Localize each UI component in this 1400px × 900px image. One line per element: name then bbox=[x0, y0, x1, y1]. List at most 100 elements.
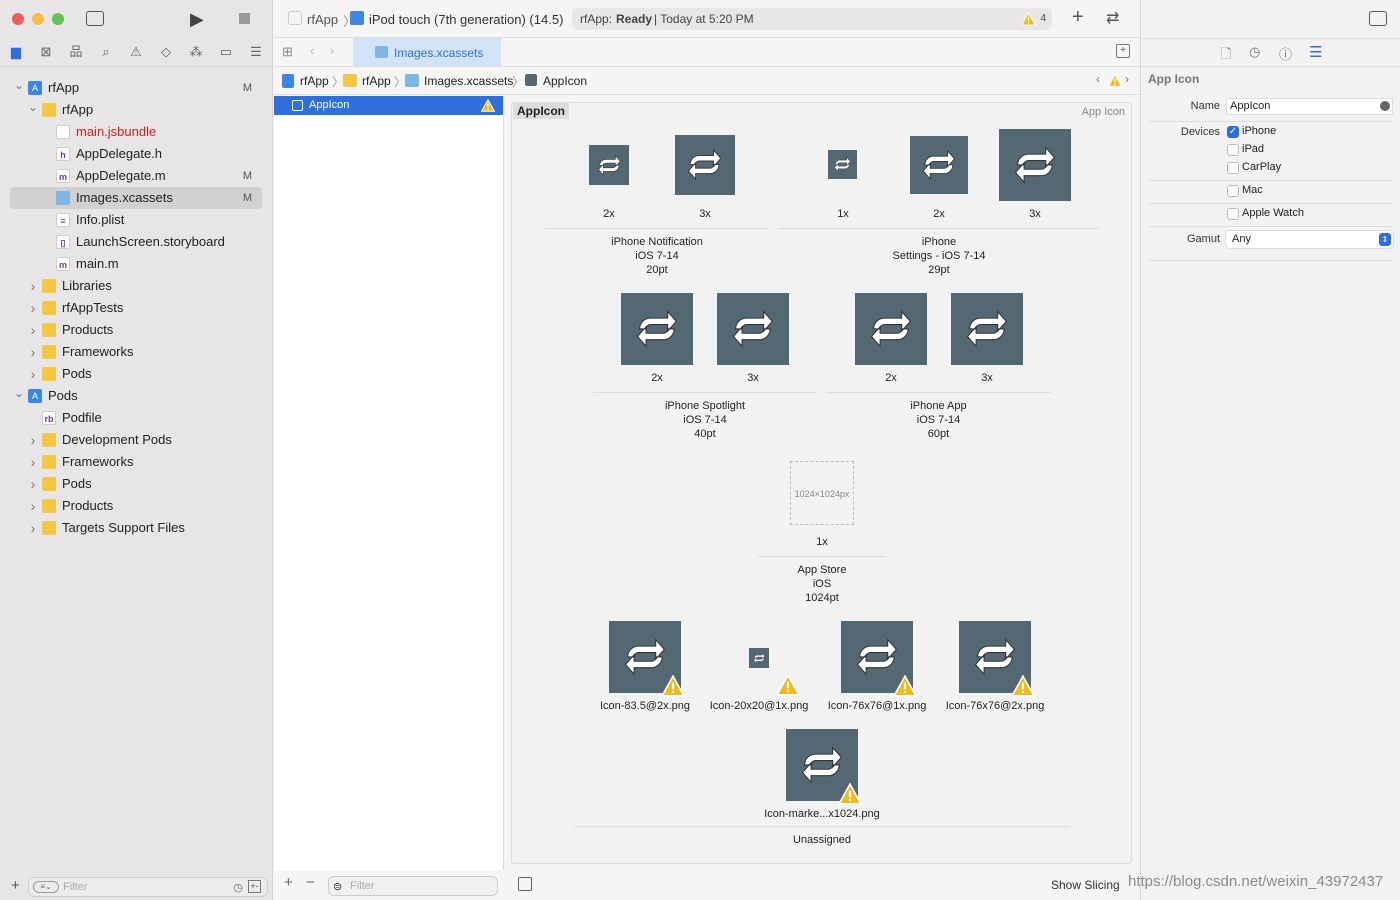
sidebar-item[interactable]: › Frameworks bbox=[10, 341, 262, 363]
scheme-selector[interactable]: rfApp bbox=[307, 12, 338, 27]
unassigned-image[interactable] bbox=[749, 648, 769, 668]
breadcrumb-catalog[interactable]: Images.xcassets bbox=[424, 74, 513, 88]
disclosure-closed-icon[interactable]: › bbox=[28, 473, 38, 495]
add-asset-button[interactable]: + bbox=[284, 874, 293, 891]
disclosure-closed-icon[interactable]: › bbox=[28, 451, 38, 473]
device-checkbox[interactable] bbox=[1227, 208, 1239, 220]
warning-icon[interactable] bbox=[1021, 12, 1036, 26]
sidebar-item[interactable]: rb Podfile bbox=[10, 407, 262, 429]
warning-icon[interactable] bbox=[1108, 74, 1122, 87]
source-control-filter-icon[interactable]: +- bbox=[248, 880, 261, 893]
navigator-filter-input[interactable]: ≡⌄ Filter ◷ +- bbox=[28, 877, 268, 897]
disclosure-open-icon[interactable]: ⌄ bbox=[14, 74, 24, 96]
disclosure-open-icon[interactable]: ⌄ bbox=[14, 382, 24, 404]
test-icon[interactable]: ◇ bbox=[158, 44, 174, 60]
icon-slot-image[interactable] bbox=[717, 293, 789, 365]
device-checkbox[interactable]: ✓ bbox=[1227, 126, 1239, 138]
sidebar-item[interactable]: › Pods bbox=[10, 363, 262, 385]
icon-slot-image[interactable] bbox=[675, 135, 735, 195]
icon-slot-image[interactable] bbox=[855, 293, 927, 365]
show-overview-icon[interactable] bbox=[518, 877, 532, 891]
forward-button[interactable]: › bbox=[330, 43, 334, 58]
icon-slot-image[interactable] bbox=[621, 293, 693, 365]
related-items-icon[interactable]: ⊞ bbox=[282, 44, 293, 60]
disclosure-closed-icon[interactable]: › bbox=[28, 495, 38, 517]
minimize-button[interactable] bbox=[32, 13, 44, 25]
help-inspector-icon[interactable]: ⓘ bbox=[1279, 44, 1292, 63]
split-editor-button[interactable]: + bbox=[1116, 44, 1130, 58]
warning-icon[interactable]: ⚠ bbox=[128, 44, 144, 60]
attributes-inspector-icon[interactable]: ☰ bbox=[1309, 43, 1322, 61]
recent-icon[interactable]: ◷ bbox=[233, 879, 243, 897]
disclosure-closed-icon[interactable]: › bbox=[28, 275, 38, 297]
sidebar-item[interactable]: h AppDelegate.h bbox=[10, 143, 262, 165]
debug-icon[interactable]: ⁂ bbox=[188, 44, 204, 60]
tab-images-xcassets[interactable]: Images.xcassets bbox=[353, 38, 501, 66]
sidebar-item[interactable]: › Targets Support Files bbox=[10, 517, 262, 539]
sidebar-toggle-icon[interactable] bbox=[86, 11, 104, 26]
icon-slot-image[interactable] bbox=[589, 145, 629, 185]
source-control-icon[interactable]: ⊠ bbox=[38, 44, 54, 60]
show-slicing-button[interactable]: Show Slicing bbox=[1051, 878, 1120, 892]
icon-slot-image[interactable] bbox=[910, 136, 968, 194]
sidebar-item[interactable]: › Products bbox=[10, 495, 262, 517]
folder-icon[interactable]: ▆ bbox=[8, 44, 24, 60]
sidebar-item[interactable]: ≡ Info.plist bbox=[10, 209, 262, 231]
sidebar-item[interactable]: › Libraries bbox=[10, 275, 262, 297]
back-button[interactable]: ‹ bbox=[310, 43, 314, 58]
gamut-select[interactable]: Any ⇕ bbox=[1226, 231, 1393, 248]
add-library-button[interactable]: + bbox=[1072, 6, 1084, 29]
close-button[interactable] bbox=[12, 13, 24, 25]
disclosure-closed-icon[interactable]: › bbox=[28, 341, 38, 363]
inspector-toggle-icon[interactable] bbox=[1369, 11, 1387, 26]
stop-button[interactable] bbox=[239, 13, 250, 24]
device-selector[interactable]: iPod touch (7th generation) (14.5) bbox=[369, 12, 563, 27]
sidebar-item[interactable]: ⌄ ArfApp M bbox=[10, 77, 262, 99]
sidebar-item[interactable]: ⌄ A Pods bbox=[10, 385, 262, 407]
disclosure-open-icon[interactable]: ⌄ bbox=[28, 96, 38, 118]
run-button[interactable]: ▶ bbox=[190, 9, 204, 30]
empty-icon-slot[interactable]: 1024×1024px bbox=[790, 461, 854, 525]
icon-slot-image[interactable] bbox=[828, 150, 857, 179]
breadcrumb-group[interactable]: rfApp bbox=[362, 74, 391, 88]
disclosure-closed-icon[interactable]: › bbox=[28, 429, 38, 451]
filter-options-icon[interactable]: ≡⌄ bbox=[33, 881, 59, 893]
symbol-icon[interactable]: 品 bbox=[68, 44, 84, 60]
sidebar-item[interactable]: › rfAppTests bbox=[10, 297, 262, 319]
report-icon[interactable]: ☰ bbox=[248, 44, 264, 60]
icon-slot-image[interactable] bbox=[999, 129, 1071, 201]
sidebar-item[interactable]: › Pods bbox=[10, 473, 262, 495]
remove-asset-button[interactable]: − bbox=[306, 874, 315, 891]
name-field[interactable]: AppIcon bbox=[1226, 98, 1393, 115]
sidebar-item[interactable]: m AppDelegate.m M bbox=[10, 165, 262, 187]
device-checkbox[interactable] bbox=[1227, 162, 1239, 174]
breadcrumb-project[interactable]: rfApp bbox=[300, 74, 329, 88]
disclosure-closed-icon[interactable]: › bbox=[28, 319, 38, 341]
breakpoint-icon[interactable]: ▭ bbox=[218, 44, 234, 60]
add-button[interactable]: + bbox=[11, 877, 20, 894]
device-checkbox[interactable] bbox=[1227, 144, 1239, 156]
sidebar-item[interactable]: ⌄ rfApp bbox=[10, 99, 262, 121]
sidebar-item[interactable]: main.jsbundle bbox=[10, 121, 262, 143]
sidebar-item[interactable]: › Development Pods bbox=[10, 429, 262, 451]
asset-item-appicon[interactable]: AppIcon bbox=[274, 96, 503, 115]
disclosure-closed-icon[interactable]: › bbox=[28, 297, 38, 319]
sidebar-item[interactable]: › Products bbox=[10, 319, 262, 341]
sidebar-item[interactable]: Images.xcassets M bbox=[10, 187, 262, 209]
code-review-button[interactable]: ⇄ bbox=[1106, 8, 1119, 28]
history-inspector-icon[interactable]: ◷ bbox=[1249, 44, 1260, 60]
device-checkbox[interactable] bbox=[1227, 185, 1239, 197]
sidebar-item[interactable]: › Frameworks bbox=[10, 451, 262, 473]
sidebar-item[interactable]: m main.m bbox=[10, 253, 262, 275]
disclosure-closed-icon[interactable]: › bbox=[28, 363, 38, 385]
asset-filter-input[interactable]: ⊜ Filter bbox=[328, 876, 498, 896]
search-icon[interactable]: ⌕ bbox=[98, 44, 114, 60]
next-issue-button[interactable]: › bbox=[1125, 72, 1129, 86]
disclosure-closed-icon[interactable]: › bbox=[28, 517, 38, 539]
file-inspector-icon[interactable]: 🗋 bbox=[1221, 45, 1231, 67]
zoom-button[interactable] bbox=[52, 13, 64, 25]
icon-slot-image[interactable] bbox=[951, 293, 1023, 365]
breadcrumb-appicon[interactable]: AppIcon bbox=[543, 74, 587, 88]
previous-issue-button[interactable]: ‹ bbox=[1096, 72, 1100, 86]
sidebar-item[interactable]: ▯ LaunchScreen.storyboard bbox=[10, 231, 262, 253]
